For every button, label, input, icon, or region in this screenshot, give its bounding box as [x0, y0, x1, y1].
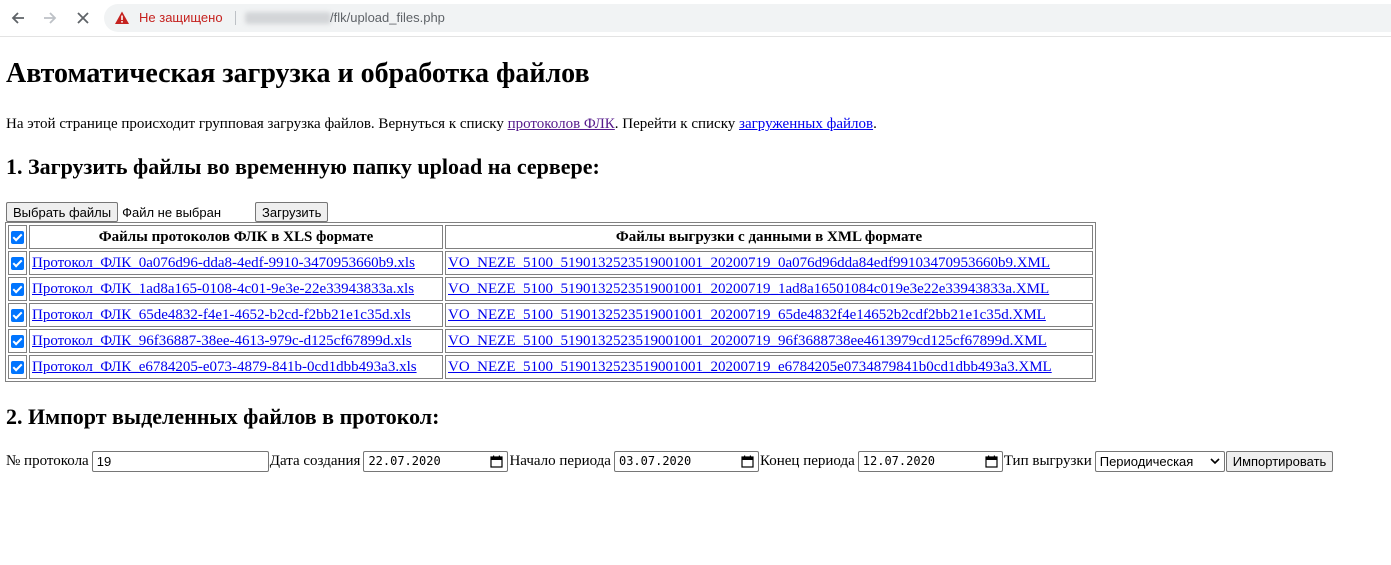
address-separator	[235, 11, 236, 25]
select-all-cell	[8, 225, 27, 249]
xls-file-link[interactable]: Протокол_ФЛК_1ad8a165-0108-4c01-9e3e-22e…	[32, 281, 414, 297]
xml-file-link[interactable]: VO_NEZE_5100_5190132523519001001_2020071…	[448, 359, 1052, 375]
creation-date-input[interactable]: 22.07.2020	[363, 450, 509, 472]
table-row: Протокол_ФЛК_0a076d96-dda8-4edf-9910-347…	[8, 251, 1093, 275]
xml-file-link[interactable]: VO_NEZE_5100_5190132523519001001_2020071…	[448, 333, 1047, 349]
close-icon	[77, 12, 89, 24]
xls-cell: Протокол_ФЛК_1ad8a165-0108-4c01-9e3e-22e…	[29, 277, 443, 301]
xml-cell: VO_NEZE_5100_5190132523519001001_2020071…	[445, 303, 1093, 327]
protocol-number-input[interactable]: 19	[91, 450, 269, 472]
import-form: № протокола 19 Дата создания 22.07.2020 …	[6, 450, 1334, 472]
xls-cell: Протокол_ФЛК_e6784205-e073-4879-841b-0cd…	[29, 355, 443, 379]
xml-cell: VO_NEZE_5100_5190132523519001001_2020071…	[445, 355, 1093, 379]
select-all-checkbox[interactable]	[11, 230, 24, 244]
creation-date-value: 22.07.2020	[368, 454, 441, 468]
back-button[interactable]	[6, 6, 30, 30]
browser-toolbar: Не защищено /flk/upload_files.php	[0, 0, 1391, 37]
table-row: Протокол_ФЛК_96f36887-38ee-4613-979c-d12…	[8, 329, 1093, 353]
arrow-right-icon	[44, 12, 57, 24]
row-checkbox[interactable]	[11, 360, 24, 374]
stop-loading-button[interactable]	[71, 6, 95, 30]
warning-icon	[115, 11, 129, 24]
files-table-wrapper: Файлы протоколов ФЛК в XLS формате Файлы…	[5, 222, 1096, 382]
xml-file-link[interactable]: VO_NEZE_5100_5190132523519001001_2020071…	[448, 281, 1049, 297]
intro-text-2: . Перейти к списку	[614, 116, 740, 132]
period-start-value: 03.07.2020	[618, 454, 692, 468]
row-checkbox-cell	[8, 329, 27, 353]
import-button[interactable]: Импортировать	[1225, 450, 1334, 472]
export-type-label: Тип выгрузки	[1003, 452, 1092, 469]
calendar-icon[interactable]	[490, 455, 504, 468]
xls-file-link[interactable]: Протокол_ФЛК_e6784205-e073-4879-841b-0cd…	[32, 359, 417, 375]
import-heading: 2. Импорт выделенных файлов в протокол:	[6, 404, 440, 429]
arrow-left-icon	[11, 12, 24, 24]
row-checkbox-cell	[8, 355, 27, 379]
xls-file-link[interactable]: Протокол_ФЛК_96f36887-38ee-4613-979c-d12…	[32, 333, 412, 349]
creation-date-label: Дата создания	[269, 452, 361, 469]
url-path: /flk/upload_files.php	[330, 10, 445, 25]
table-header-row: Файлы протоколов ФЛК в XLS формате Файлы…	[8, 225, 1093, 249]
xml-cell: VO_NEZE_5100_5190132523519001001_2020071…	[445, 251, 1093, 275]
table-row: Протокол_ФЛК_65de4832-f4e1-4652-b2cd-f2b…	[8, 303, 1093, 327]
period-start-label: Начало периода	[509, 452, 611, 469]
intro-text-3: .	[873, 116, 877, 132]
export-type-select[interactable]: Периодическая	[1094, 450, 1225, 472]
xls-file-link[interactable]: Протокол_ФЛК_65de4832-f4e1-4652-b2cd-f2b…	[32, 307, 411, 323]
calendar-icon[interactable]	[985, 455, 998, 468]
xls-column-header: Файлы протоколов ФЛК в XLS формате	[29, 225, 443, 249]
calendar-icon[interactable]	[741, 455, 754, 468]
not-secure-label[interactable]: Не защищено	[139, 10, 223, 25]
forward-button[interactable]	[38, 6, 62, 30]
xls-cell: Протокол_ФЛК_65de4832-f4e1-4652-b2cd-f2b…	[29, 303, 443, 327]
xml-column-header: Файлы выгрузки с данными в XML формате	[445, 225, 1093, 249]
export-type-value: Периодическая	[1099, 453, 1194, 469]
period-start-input[interactable]: 03.07.2020	[613, 450, 759, 472]
table-row: Протокол_ФЛК_e6784205-e073-4879-841b-0cd…	[8, 355, 1093, 379]
protocol-number-value: 19	[96, 453, 112, 469]
xml-file-link[interactable]: VO_NEZE_5100_5190132523519001001_2020071…	[448, 255, 1050, 271]
uploaded-files-link[interactable]: загруженных файлов	[739, 116, 873, 132]
row-checkbox[interactable]	[11, 282, 24, 296]
choose-files-button[interactable]: Выбрать файлы	[6, 202, 119, 222]
row-checkbox[interactable]	[11, 256, 24, 270]
table-row: Протокол_ФЛК_1ad8a165-0108-4c01-9e3e-22e…	[8, 277, 1093, 301]
row-checkbox[interactable]	[11, 308, 24, 322]
xls-cell: Протокол_ФЛК_96f36887-38ee-4613-979c-d12…	[29, 329, 443, 353]
row-checkbox-cell	[8, 277, 27, 301]
chevron-down-icon	[1210, 458, 1220, 465]
row-checkbox-cell	[8, 251, 27, 275]
file-uploader: Выбрать файлы Файл не выбран Загрузить	[6, 202, 329, 222]
xml-cell: VO_NEZE_5100_5190132523519001001_2020071…	[445, 277, 1093, 301]
blurred-host	[245, 12, 331, 24]
no-file-label: Файл не выбран	[122, 204, 222, 220]
intro-paragraph: На этой странице происходит групповая за…	[6, 116, 877, 133]
period-end-label: Конец периода	[759, 452, 855, 469]
xml-file-link[interactable]: VO_NEZE_5100_5190132523519001001_2020071…	[448, 307, 1046, 323]
upload-button[interactable]: Загрузить	[255, 202, 329, 222]
upload-heading: 1. Загрузить файлы во временную папку up…	[6, 154, 600, 179]
period-end-input[interactable]: 12.07.2020	[857, 450, 1003, 472]
xls-cell: Протокол_ФЛК_0a076d96-dda8-4edf-9910-347…	[29, 251, 443, 275]
protocol-number-label: № протокола	[6, 452, 89, 469]
files-table: Файлы протоколов ФЛК в XLS формате Файлы…	[5, 222, 1096, 382]
xml-cell: VO_NEZE_5100_5190132523519001001_2020071…	[445, 329, 1093, 353]
address-bar[interactable]: Не защищено /flk/upload_files.php	[104, 4, 1391, 32]
page-title: Автоматическая загрузка и обработка файл…	[6, 58, 590, 89]
flk-protocols-link[interactable]: протоколов ФЛК	[508, 116, 615, 132]
xls-file-link[interactable]: Протокол_ФЛК_0a076d96-dda8-4edf-9910-347…	[32, 255, 415, 271]
period-end-value: 12.07.2020	[862, 454, 936, 468]
row-checkbox[interactable]	[11, 334, 24, 348]
intro-text-1: На этой странице происходит групповая за…	[6, 116, 508, 132]
row-checkbox-cell	[8, 303, 27, 327]
